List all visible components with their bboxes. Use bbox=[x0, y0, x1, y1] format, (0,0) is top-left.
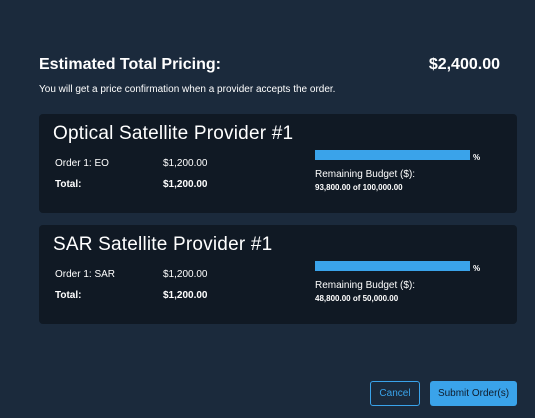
budget-progress-fill bbox=[315, 150, 470, 160]
budget-label: Remaining Budget ($): bbox=[315, 169, 416, 180]
budget-progress-bar bbox=[315, 261, 470, 271]
budget-percent: % bbox=[473, 264, 481, 273]
budget-label: Remaining Budget ($): bbox=[315, 280, 416, 291]
summary-total: $2,400.00 bbox=[428, 56, 500, 73]
order-value: $1,200.00 bbox=[163, 158, 208, 169]
submit-order-button[interactable]: Submit Order(s) bbox=[430, 381, 517, 406]
budget-progress-fill bbox=[315, 261, 470, 271]
budget-value: 93,800.00 of 100,000.00 bbox=[315, 183, 403, 192]
total-value: $1,200.00 bbox=[163, 179, 208, 190]
total-label: Total: bbox=[55, 290, 82, 301]
total-value: $1,200.00 bbox=[163, 290, 208, 301]
order-label: Order 1: SAR bbox=[55, 269, 116, 280]
order-value: $1,200.00 bbox=[163, 269, 208, 280]
provider-card-optical: Optical Satellite Provider #1 Order 1: E… bbox=[39, 114, 517, 213]
provider-name: Optical Satellite Provider #1 bbox=[53, 123, 294, 144]
cancel-button[interactable]: Cancel bbox=[370, 381, 420, 406]
order-label: Order 1: EO bbox=[55, 158, 109, 169]
budget-progress-bar bbox=[315, 150, 470, 160]
summary-note: You will get a price confirmation when a… bbox=[39, 84, 336, 95]
provider-card-sar: SAR Satellite Provider #1 Order 1: SAR $… bbox=[39, 225, 517, 324]
summary-title: Estimated Total Pricing: bbox=[39, 56, 221, 73]
budget-value: 48,800.00 of 50,000.00 bbox=[315, 294, 399, 303]
budget-percent: % bbox=[473, 153, 481, 162]
total-label: Total: bbox=[55, 179, 82, 190]
provider-name: SAR Satellite Provider #1 bbox=[53, 234, 273, 255]
